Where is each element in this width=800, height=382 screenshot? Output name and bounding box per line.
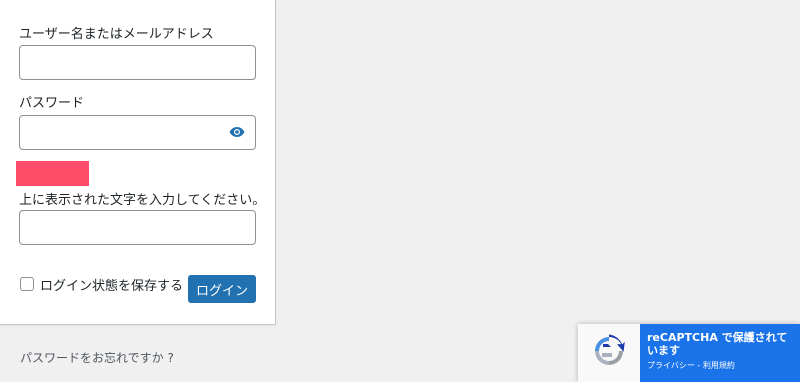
recaptcha-title: reCAPTCHA で保護されています (647, 331, 788, 357)
privacy-link[interactable]: プライバシー (647, 361, 695, 370)
recaptcha-badge: reCAPTCHA で保護されています プライバシー - 利用規約 (578, 324, 800, 382)
login-form: ユーザー名またはメールアドレス パスワード 上に表示された文字を入力してください… (0, 0, 276, 325)
forgot-password-link[interactable]: パスワードをお忘れですか ? (20, 349, 174, 366)
remember-label[interactable]: ログイン状態を保存する (40, 275, 183, 294)
password-label: パスワード (19, 96, 85, 111)
recaptcha-icon (591, 333, 627, 373)
login-button[interactable]: ログイン (188, 275, 256, 303)
show-password-button[interactable] (220, 117, 254, 148)
username-input[interactable] (19, 45, 256, 80)
captcha-image (16, 161, 89, 186)
remember-checkbox[interactable] (20, 277, 34, 291)
captcha-input[interactable] (19, 210, 256, 245)
recaptcha-info: reCAPTCHA で保護されています プライバシー - 利用規約 (640, 324, 800, 382)
username-label: ユーザー名またはメールアドレス (19, 27, 214, 42)
links-separator: - (694, 361, 703, 370)
recaptcha-logo (578, 324, 640, 382)
remember-me: ログイン状態を保存する (20, 275, 183, 294)
eye-icon (229, 123, 245, 142)
terms-link[interactable]: 利用規約 (703, 361, 735, 370)
recaptcha-links: プライバシー - 利用規約 (647, 360, 794, 371)
captcha-instruction-label: 上に表示された文字を入力してください。 (19, 193, 266, 208)
password-input[interactable] (19, 115, 256, 150)
